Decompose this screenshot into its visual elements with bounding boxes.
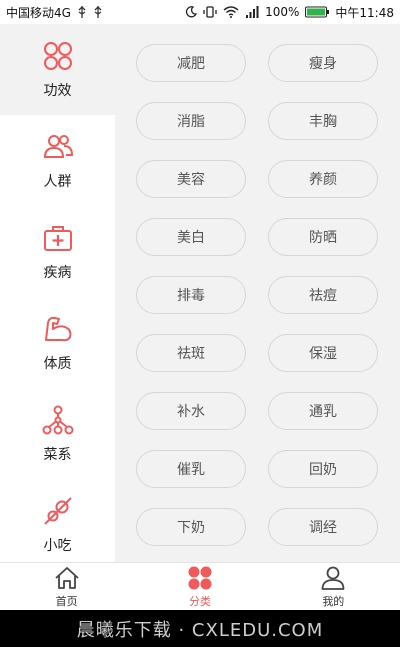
tag-chip[interactable]: 消脂 (136, 102, 246, 140)
tab-category[interactable]: 分类 (133, 563, 266, 610)
sidebar-item-disease[interactable]: 疾病 (0, 206, 115, 297)
moon-icon (185, 6, 198, 18)
grid-circles-icon (43, 41, 72, 70)
home-icon (55, 566, 79, 589)
system-nav-bar: 晨曦乐下载 · CXLEDU.COM (0, 610, 400, 647)
sidebar-item-label: 疾病 (43, 264, 72, 281)
tag-chip[interactable]: 美白 (136, 218, 246, 256)
tab-label: 首页 (55, 594, 78, 608)
tag-chip[interactable]: 祛斑 (136, 334, 246, 372)
usb-icon-2 (93, 6, 103, 18)
tag-chip[interactable]: 催乳 (136, 450, 246, 488)
tag-chip[interactable]: 排毒 (136, 276, 246, 314)
tab-home[interactable]: 首页 (0, 563, 133, 610)
sidebar-item-label: 功效 (43, 82, 72, 99)
battery-icon (305, 6, 330, 18)
sidebar-item-cuisine[interactable]: 菜系 (0, 388, 115, 479)
tag-chip[interactable]: 下奶 (136, 508, 246, 546)
tag-chip[interactable]: 瘦身 (268, 44, 378, 82)
watermark-text: 晨曦乐下载 · CXLEDU.COM (76, 619, 324, 641)
signal-icon (245, 6, 259, 18)
tag-chip[interactable]: 减肥 (136, 44, 246, 82)
tag-chip[interactable]: 美容 (136, 160, 246, 198)
tag-chip[interactable]: 回奶 (268, 450, 378, 488)
tag-chip[interactable]: 调经 (268, 508, 378, 546)
sidebar-item-label: 体质 (43, 355, 72, 372)
status-bar: 中国移动4G 100% 中午11:48 (0, 0, 400, 24)
tag-chip[interactable]: 防晒 (268, 218, 378, 256)
bottom-tab-bar: 首页 分类 我的 (0, 562, 400, 610)
tab-label: 分类 (188, 594, 211, 608)
medical-kit-icon (43, 225, 72, 251)
clock: 中午11:48 (335, 5, 394, 20)
category-icon (188, 566, 212, 589)
wifi-icon (223, 6, 239, 18)
tag-chip[interactable]: 丰胸 (268, 102, 378, 140)
sidebar-item-label: 人群 (43, 173, 72, 190)
battery-percent: 100% (265, 5, 300, 19)
people-icon (43, 134, 73, 158)
tab-label: 我的 (322, 594, 345, 608)
skewer-snack-icon (43, 496, 72, 525)
tag-grid: 减肥 瘦身 消脂 丰胸 美容 养颜 美白 防晒 排毒 祛痘 祛斑 保湿 补水 通乳 催乳 回奶 下奶 调经 (115, 44, 400, 546)
muscle-arm-icon (44, 316, 71, 341)
category-sidebar: 功效 人群 疾病 体质 菜系 小吃 (0, 24, 115, 562)
tag-panel: 减肥 瘦身 消脂 丰胸 美容 养颜 美白 防晒 排毒 祛痘 祛斑 保湿 补水 通乳 催乳 回奶 下奶 调经 (115, 24, 400, 562)
sidebar-item-effect[interactable]: 功效 (0, 24, 115, 115)
sidebar-item-constitution[interactable]: 体质 (0, 297, 115, 388)
sidebar-item-label: 小吃 (43, 537, 72, 554)
vibrate-icon (203, 6, 217, 18)
tag-chip[interactable]: 通乳 (268, 392, 378, 430)
tag-chip[interactable]: 养颜 (268, 160, 378, 198)
carrier-label: 中国移动4G (6, 5, 71, 20)
sidebar-item-people[interactable]: 人群 (0, 115, 115, 206)
category-content: 功效 人群 疾病 体质 菜系 小吃 减肥 瘦身 消脂 丰胸 美容 养颜 美白 防… (0, 24, 400, 562)
sidebar-item-label: 菜系 (43, 446, 72, 463)
tag-chip[interactable]: 保湿 (268, 334, 378, 372)
network-tree-icon (42, 405, 73, 434)
user-icon (321, 566, 345, 590)
usb-icon (77, 6, 87, 18)
tag-chip[interactable]: 补水 (136, 392, 246, 430)
tag-chip[interactable]: 祛痘 (268, 276, 378, 314)
tab-mine[interactable]: 我的 (267, 563, 400, 610)
sidebar-item-snack[interactable]: 小吃 (0, 479, 115, 570)
